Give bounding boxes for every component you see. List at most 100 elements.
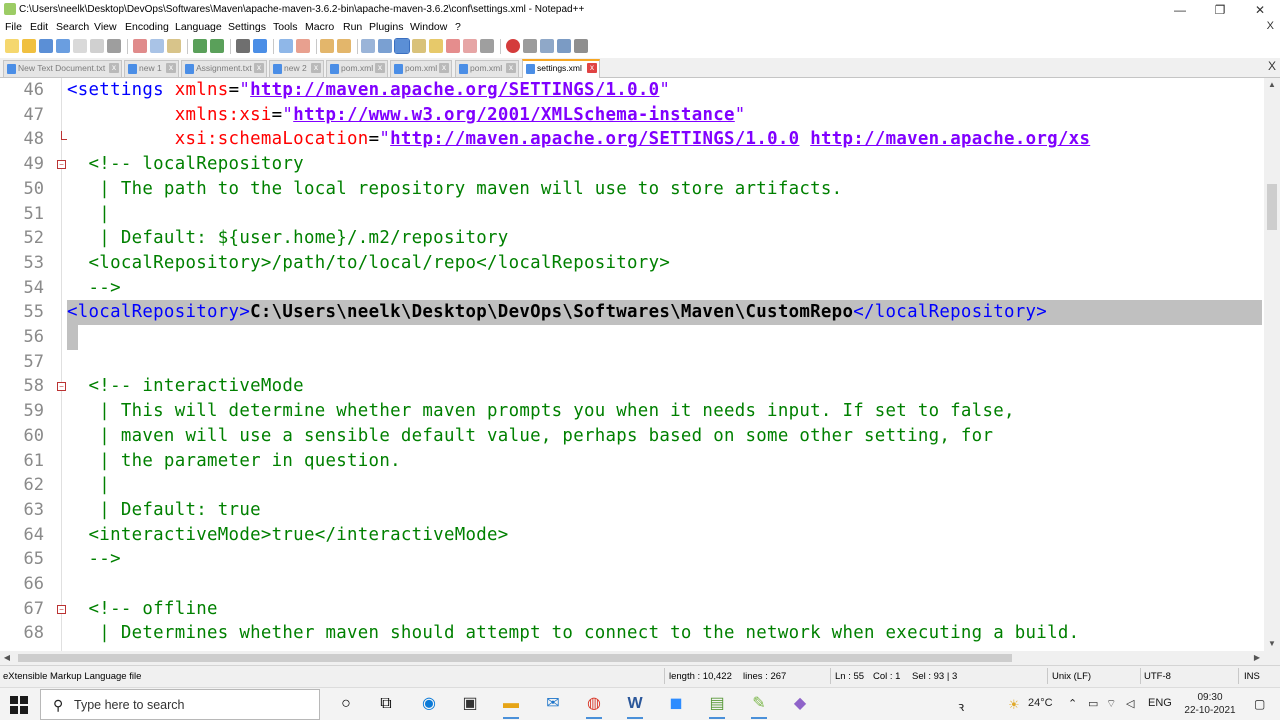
code-line[interactable]: 66: [0, 572, 1264, 597]
edge-icon[interactable]: ◉: [417, 693, 441, 715]
minimize-button[interactable]: —: [1160, 0, 1200, 20]
tab-pom-1[interactable]: pom.xml x: [326, 60, 388, 77]
tab-close-icon[interactable]: x: [587, 63, 597, 73]
tab-new-2[interactable]: new 2 x: [269, 60, 324, 77]
close-all-icon[interactable]: [90, 39, 104, 53]
word-icon[interactable]: W: [623, 693, 647, 719]
zoom-out-icon[interactable]: [296, 39, 310, 53]
chrome-icon[interactable]: ◍: [582, 693, 606, 719]
scroll-down-icon[interactable]: ▼: [1264, 637, 1280, 651]
volume-icon[interactable]: ◁: [1126, 697, 1134, 710]
tab-close-icon[interactable]: x: [311, 63, 321, 73]
tab-close-icon[interactable]: x: [506, 63, 516, 73]
cortana-icon[interactable]: ○: [334, 693, 358, 715]
status-insert-mode[interactable]: INS: [1244, 671, 1260, 682]
people-icon[interactable]: ꝛ: [958, 697, 964, 715]
scroll-left-icon[interactable]: ◀: [0, 651, 14, 665]
code-line[interactable]: 58 − <!-- interactiveMode: [0, 374, 1264, 399]
network-icon[interactable]: ⌔: [1106, 697, 1116, 711]
code-line[interactable]: 64 <interactiveMode>true</interactiveMod…: [0, 523, 1264, 548]
close-document-icon[interactable]: X: [1268, 59, 1276, 73]
tab-close-icon[interactable]: x: [375, 63, 385, 73]
tab-close-icon[interactable]: x: [109, 63, 119, 73]
code-line[interactable]: 60 | maven will use a sensible default v…: [0, 424, 1264, 449]
notepadpp-taskbar-icon[interactable]: ✎: [747, 693, 771, 719]
menu-encoding[interactable]: Encoding: [125, 21, 169, 33]
vertical-scroll-thumb[interactable]: [1267, 184, 1277, 230]
copy-icon[interactable]: [150, 39, 164, 53]
tray-chevron-icon[interactable]: ⌃: [1068, 697, 1077, 710]
fold-toggle-icon[interactable]: −: [57, 382, 66, 392]
code-line[interactable]: 65 -->: [0, 547, 1264, 572]
undo-icon[interactable]: [193, 39, 207, 53]
cut-icon[interactable]: [133, 39, 147, 53]
code-line[interactable]: 50 | The path to the local repository ma…: [0, 177, 1264, 202]
play-multiple-macro-icon[interactable]: [557, 39, 571, 53]
menu-window[interactable]: Window: [410, 21, 447, 33]
code-line[interactable]: 59 | This will determine whether maven p…: [0, 399, 1264, 424]
taskbar-search-box[interactable]: ⚲ Type here to search: [40, 689, 320, 720]
redo-icon[interactable]: [210, 39, 224, 53]
zoom-in-icon[interactable]: [279, 39, 293, 53]
code-line[interactable]: 67 − <!-- offline: [0, 597, 1264, 622]
tab-settings-xml[interactable]: settings.xml x: [522, 59, 600, 78]
store-icon[interactable]: ▣: [458, 693, 482, 715]
tab-close-icon[interactable]: x: [254, 63, 264, 73]
replace-icon[interactable]: [253, 39, 267, 53]
scroll-right-icon[interactable]: ▶: [1250, 651, 1264, 665]
close-button[interactable]: ✕: [1240, 0, 1280, 20]
fold-toggle-icon[interactable]: −: [57, 604, 66, 614]
code-line[interactable]: 56: [0, 325, 1264, 350]
code-line[interactable]: 49 − <!-- localRepository: [0, 152, 1264, 177]
word-wrap-icon[interactable]: [361, 39, 375, 53]
code-line[interactable]: 53 <localRepository>/path/to/local/repo<…: [0, 251, 1264, 276]
doc-map-icon[interactable]: [412, 39, 426, 53]
clock[interactable]: 09:30 22-10-2021: [1180, 691, 1240, 717]
menu-macro[interactable]: Macro: [305, 21, 334, 33]
play-macro-icon[interactable]: [540, 39, 554, 53]
tab-close-icon[interactable]: x: [166, 63, 176, 73]
status-eol[interactable]: Unix (LF): [1052, 671, 1091, 682]
weather-temp[interactable]: 24°C: [1028, 697, 1053, 709]
tab-pom-2[interactable]: pom.xml x: [390, 60, 452, 77]
code-line[interactable]: 46 <settings xmlns="http://maven.apache.o…: [0, 78, 1264, 103]
fold-toggle-icon[interactable]: −: [57, 160, 66, 170]
paste-icon[interactable]: [167, 39, 181, 53]
code-line[interactable]: 62 |: [0, 473, 1264, 498]
new-file-icon[interactable]: [5, 39, 19, 53]
zoom-icon[interactable]: ◼: [664, 693, 688, 715]
code-line[interactable]: 63 | Default: true: [0, 498, 1264, 523]
sync-horizontal-icon[interactable]: [337, 39, 351, 53]
code-line[interactable]: 51 |: [0, 202, 1264, 227]
code-editor[interactable]: 46 <settings xmlns="http://maven.apache.o…: [0, 78, 1264, 651]
tab-pom-3[interactable]: pom.xml x: [455, 60, 519, 77]
document-list-icon[interactable]: [480, 39, 494, 53]
battery-icon[interactable]: ▭: [1088, 697, 1098, 710]
tab-assignment[interactable]: Assignment.txt x: [181, 60, 267, 77]
save-macro-icon[interactable]: [574, 39, 588, 53]
function-list-icon[interactable]: [429, 39, 443, 53]
record-macro-icon[interactable]: [506, 39, 520, 53]
sync-vertical-icon[interactable]: [320, 39, 334, 53]
folder-workspace-icon[interactable]: [446, 39, 460, 53]
spreadsheet-icon[interactable]: ▤: [705, 693, 729, 719]
notifications-icon[interactable]: ▢: [1254, 697, 1265, 711]
monitoring-icon[interactable]: [463, 39, 477, 53]
close-file-icon[interactable]: [73, 39, 87, 53]
weather-icon[interactable]: ☀: [1008, 697, 1020, 713]
code-line[interactable]: 54 -->: [0, 276, 1264, 301]
maximize-button[interactable]: ❐: [1200, 0, 1240, 20]
save-all-icon[interactable]: [56, 39, 70, 53]
menu-settings[interactable]: Settings: [228, 21, 266, 33]
code-line[interactable]: 55 <localRepository>C:\Users\neelk\Deskto…: [0, 300, 1264, 326]
status-encoding[interactable]: UTF-8: [1144, 671, 1171, 682]
menu-close-icon[interactable]: X: [1267, 20, 1274, 32]
code-line[interactable]: 57: [0, 350, 1264, 375]
tab-new-text-document[interactable]: New Text Document.txt x: [3, 60, 122, 77]
tab-new-1[interactable]: new 1 x: [124, 60, 179, 77]
code-line[interactable]: 47 xmlns:xsi="http://www.w3.org/2001/XML…: [0, 103, 1264, 128]
menu-tools[interactable]: Tools: [273, 21, 298, 33]
code-line[interactable]: 61 | the parameter in question.: [0, 449, 1264, 474]
show-all-chars-icon[interactable]: [378, 39, 392, 53]
indent-guide-icon[interactable]: [394, 38, 410, 54]
